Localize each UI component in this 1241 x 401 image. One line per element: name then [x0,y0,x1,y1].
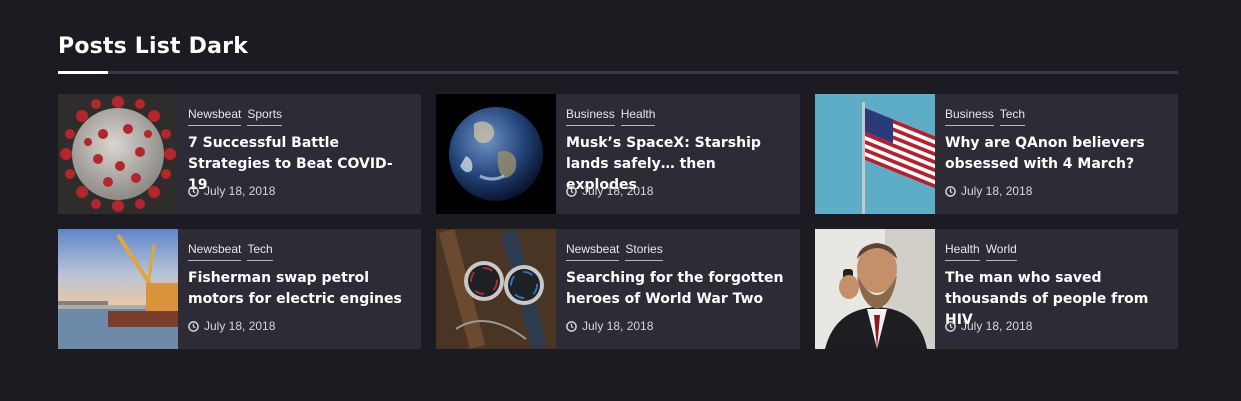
wristwatches-image[interactable] [436,229,556,349]
earth-image[interactable] [436,94,556,214]
category-link[interactable]: World [985,241,1017,261]
post-date: July 18, 2018 [945,184,1168,198]
post-title-link[interactable]: Musk’s SpaceX: Starship lands safely… th… [566,133,790,193]
category-link[interactable]: Health [620,106,656,126]
post-card[interactable]: Newsbeat Stories Searching for the forgo… [436,229,800,349]
post-date: July 18, 2018 [188,319,411,333]
post-date: July 18, 2018 [566,184,790,198]
coronavirus-image[interactable] [58,94,178,214]
post-date-text: July 18, 2018 [204,319,276,333]
category-link[interactable]: Sports [247,106,283,126]
clock-icon [566,320,577,332]
post-date-text: July 18, 2018 [582,184,654,198]
post-date-text: July 18, 2018 [582,319,654,333]
post-date: July 18, 2018 [188,184,411,198]
post-title-link[interactable]: Why are QAnon believers obsessed with 4 … [945,133,1168,175]
post-date-text: July 18, 2018 [961,184,1033,198]
category-link[interactable]: Newsbeat [188,106,242,126]
category-link[interactable]: Newsbeat [566,241,620,261]
clock-icon [188,320,199,332]
category-link[interactable]: Health [945,241,980,261]
category-link[interactable]: Newsbeat [188,241,242,261]
category-link[interactable]: Tech [247,241,273,261]
post-title-link[interactable]: Searching for the forgotten heroes of Wo… [566,268,790,310]
clock-icon [188,185,199,197]
post-date-text: July 18, 2018 [961,319,1033,333]
section-title: Posts List Dark [58,34,249,59]
title-divider-accent [58,71,108,74]
category-link[interactable]: Business [566,106,615,126]
clock-icon [566,185,577,197]
post-card[interactable]: Newsbeat Tech Fisherman swap petrol moto… [58,229,421,349]
post-card[interactable]: Business Health Musk’s SpaceX: Starship … [436,94,800,214]
fishing-boat-image[interactable] [58,229,178,349]
posts-grid: Newsbeat Sports 7 Successful Battle Stra… [58,94,1178,349]
clock-icon [945,320,956,332]
post-card[interactable]: Health World The man who saved thousands… [815,229,1178,349]
post-title-link[interactable]: The man who saved thousands of people fr… [945,268,1168,328]
bearded-man-image[interactable] [815,229,935,349]
title-divider [58,71,1178,74]
post-title-link[interactable]: Fisherman swap petrol motors for electri… [188,268,411,310]
post-card[interactable]: Business Tech Why are QAnon believers ob… [815,94,1178,214]
category-link[interactable]: Stories [625,241,663,261]
clock-icon [945,185,956,197]
posts-list-widget: Posts List Dark Newsbeat Sports 7 Succes… [58,30,1178,349]
category-link[interactable]: Tech [999,106,1026,126]
category-link[interactable]: Business [945,106,994,126]
post-date-text: July 18, 2018 [204,184,276,198]
post-date: July 18, 2018 [945,319,1168,333]
us-flag-image[interactable] [815,94,935,214]
post-card[interactable]: Newsbeat Sports 7 Successful Battle Stra… [58,94,421,214]
post-title-link[interactable]: 7 Successful Battle Strategies to Beat C… [188,133,411,193]
post-date: July 18, 2018 [566,319,790,333]
